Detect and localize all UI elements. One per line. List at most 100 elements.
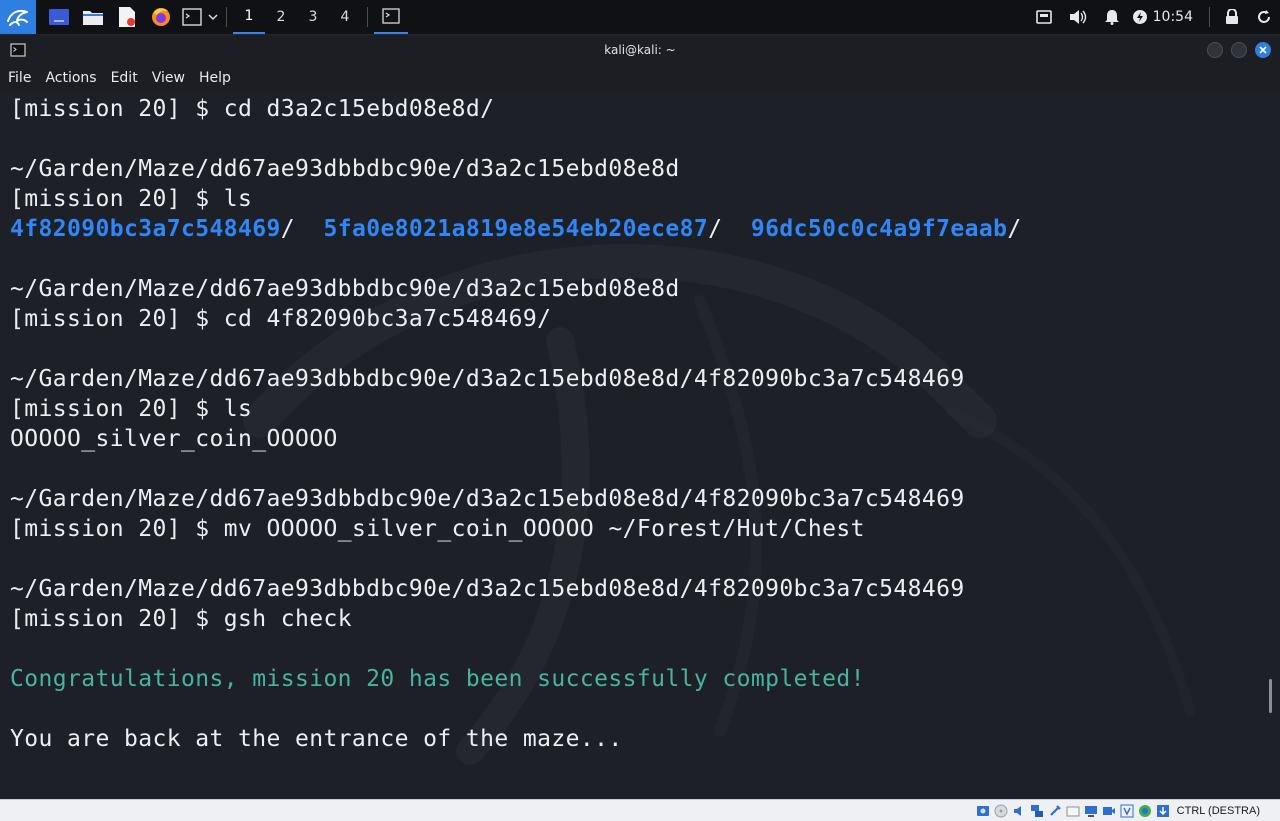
terminal-line: [mission 20] $ ls (10, 184, 1022, 214)
terminal-launcher-button[interactable] (178, 0, 206, 34)
terminal-line: Congratulations, mission 20 has been suc… (10, 664, 1022, 694)
terminal-line: OOOOO_silver_coin_OOOOO (10, 424, 1022, 454)
shell-prompt: [mission 20] $ (10, 306, 224, 332)
terminal-line: [mission 20] $ ls (10, 394, 1022, 424)
menu-view[interactable]: View (144, 70, 191, 86)
shell-command: cd d3a2c15ebd08e8d/ (223, 96, 495, 122)
window-title: kali@kali: ~ (604, 43, 676, 57)
desktop-icon (49, 9, 69, 25)
close-button[interactable] (1255, 42, 1271, 58)
guest-additions-icon[interactable] (1138, 803, 1153, 818)
optical-drive-icon[interactable] (994, 803, 1009, 818)
text-editor-icon (119, 7, 135, 27)
audio-icon[interactable] (1012, 803, 1027, 818)
terminal-icon (10, 43, 26, 57)
directory-slash: / (708, 216, 723, 242)
menu-actions[interactable]: Actions (37, 70, 102, 86)
virtualization-icon[interactable] (1120, 803, 1135, 818)
column-gap (722, 216, 751, 242)
workspace-1-button[interactable]: 1 (233, 0, 265, 34)
minimize-button[interactable] (1207, 42, 1223, 58)
workspace-overview-button[interactable] (1027, 0, 1061, 34)
vm-status-bar: CTRL (DESTRA) (0, 799, 1280, 821)
shell-prompt: [mission 20] $ (10, 186, 224, 212)
workspace-4-button[interactable]: 4 (329, 0, 361, 34)
workspace-2-button[interactable]: 2 (265, 0, 297, 34)
menu-file[interactable]: File (0, 70, 37, 86)
shell-prompt: [mission 20] $ (10, 606, 224, 632)
volume-button[interactable] (1061, 0, 1095, 34)
file-manager-button[interactable] (76, 0, 110, 34)
workspace-switcher: 1 2 3 4 (233, 0, 361, 34)
window-titlebar[interactable]: kali@kali: ~ (0, 35, 1280, 65)
lock-screen-button[interactable] (1216, 0, 1248, 34)
close-icon (1259, 46, 1267, 54)
menu-edit[interactable]: Edit (103, 70, 144, 86)
current-path: ~/Garden/Maze/dd67ae93dbbdbc90e/d3a2c15e… (10, 156, 680, 182)
bell-icon (1104, 10, 1119, 25)
column-gap (295, 216, 324, 242)
maximize-button[interactable] (1231, 42, 1247, 58)
terminal-line: [mission 20] $ cd 4f82090bc3a7c548469/ (10, 304, 1022, 334)
taskbar-terminal-window[interactable] (374, 0, 408, 34)
shell-prompt: [mission 20] $ (10, 516, 224, 542)
hard-disk-icon[interactable] (976, 803, 991, 818)
current-path: ~/Garden/Maze/dd67ae93dbbdbc90e/d3a2c15e… (10, 276, 680, 302)
terminal-line: ~/Garden/Maze/dd67ae93dbbdbc90e/d3a2c15e… (10, 574, 1022, 604)
panel-separator (1209, 7, 1210, 27)
command-output: You are back at the entrance of the maze… (10, 726, 623, 752)
shared-folders-icon[interactable] (1066, 803, 1081, 818)
shell-command: ls (223, 186, 253, 212)
folder-icon (83, 11, 103, 25)
terminal-icon (382, 8, 400, 24)
shell-prompt: [mission 20] $ (10, 396, 224, 422)
shell-command: mv OOOOO_silver_coin_OOOOO ~/Forest/Hut/… (223, 516, 865, 542)
terminal-lines: [mission 20] $ cd d3a2c15ebd08e8d/ ~/Gard… (10, 94, 1022, 754)
firefox-button[interactable] (144, 0, 178, 34)
terminal-scrollbar[interactable] (1269, 679, 1272, 713)
volume-icon (1069, 10, 1086, 24)
current-path: ~/Garden/Maze/dd67ae93dbbdbc90e/d3a2c15e… (10, 366, 965, 392)
shell-command: gsh check (223, 606, 352, 632)
directory-entry: 96dc50c0c4a9f7eaab (750, 216, 1008, 242)
lock-icon (1226, 9, 1238, 24)
show-desktop-button[interactable] (42, 0, 76, 34)
video-capture-icon[interactable] (1102, 803, 1117, 818)
terminal-line: ~/Garden/Maze/dd67ae93dbbdbc90e/d3a2c15e… (10, 484, 1022, 514)
terminal-icon (182, 8, 202, 26)
shell-command: cd 4f82090bc3a7c548469/ (223, 306, 552, 332)
shell-command: ls (223, 396, 253, 422)
text-editor-button[interactable] (110, 0, 144, 34)
terminal-launcher-dropdown[interactable] (206, 0, 220, 34)
display-icon[interactable] (1084, 803, 1099, 818)
chevron-down-icon (208, 14, 218, 21)
current-path: ~/Garden/Maze/dd67ae93dbbdbc90e/d3a2c15e… (10, 486, 965, 512)
directory-entry: 5fa0e8021a819e8e54eb20ece87 (323, 216, 709, 242)
logout-button[interactable] (1248, 0, 1280, 34)
shell-prompt: [mission 20] $ (10, 96, 224, 122)
kali-logo-icon (7, 9, 28, 26)
terminal-line: ~/Garden/Maze/dd67ae93dbbdbc90e/d3a2c15e… (10, 274, 1022, 304)
clock[interactable]: 10:54 (1153, 9, 1193, 25)
terminal-line: You are back at the entrance of the maze… (10, 724, 1022, 754)
workspace-3-button[interactable]: 3 (297, 0, 329, 34)
terminal-line: [mission 20] $ gsh check (10, 604, 1022, 634)
notifications-button[interactable] (1095, 0, 1129, 34)
network-icon[interactable] (1030, 803, 1045, 818)
terminal-output[interactable]: [mission 20] $ cd d3a2c15ebd08e8d/ ~/Gard… (0, 91, 1280, 799)
current-path: ~/Garden/Maze/dd67ae93dbbdbc90e/d3a2c15e… (10, 576, 965, 602)
menu-help[interactable]: Help (191, 70, 237, 86)
host-key-label: CTRL (DESTRA) (1176, 804, 1260, 817)
terminal-line: [mission 20] $ cd d3a2c15ebd08e8d/ (10, 94, 1022, 124)
terminal-line: ~/Garden/Maze/dd67ae93dbbdbc90e/d3a2c15e… (10, 154, 1022, 184)
kali-menu-button[interactable] (0, 0, 36, 34)
mouse-integration-icon[interactable] (1156, 803, 1171, 818)
directory-slash: / (1007, 216, 1022, 242)
power-manager-button[interactable] (1129, 0, 1151, 34)
usb-icon[interactable] (1048, 803, 1063, 818)
